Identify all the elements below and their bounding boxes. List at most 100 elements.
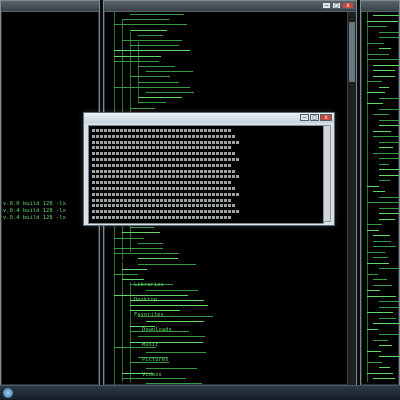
maximize-button[interactable]: □ xyxy=(310,114,319,121)
tree-label: Music xyxy=(142,342,159,348)
tree-entry xyxy=(130,76,170,78)
tree-entry xyxy=(379,345,393,346)
left-window-titlebar[interactable] xyxy=(1,1,99,12)
tree-entry xyxy=(146,352,206,353)
tree-label: Downloads xyxy=(142,327,172,333)
tree-entry xyxy=(367,273,378,275)
tree-entry xyxy=(373,70,396,71)
tree-entry xyxy=(367,224,382,225)
center-window-titlebar[interactable]: – □ x xyxy=(104,1,356,12)
tree-entry xyxy=(367,262,389,264)
tree-entry xyxy=(146,367,197,369)
tree-entry xyxy=(373,279,387,280)
tree-entry xyxy=(130,107,156,109)
tree-entry xyxy=(373,378,396,379)
tree-entry xyxy=(379,125,399,126)
tree-entry xyxy=(379,86,390,88)
console-output-line xyxy=(92,192,240,196)
tree-entry xyxy=(367,312,394,313)
tree-entry xyxy=(367,59,399,60)
tree-label: Favorites xyxy=(134,312,164,318)
tree-entry xyxy=(122,40,183,41)
tree-entry xyxy=(130,14,184,15)
tree-entry xyxy=(379,141,399,143)
tree-entry xyxy=(138,336,205,338)
tree-entry xyxy=(379,48,392,49)
popup-console-output xyxy=(88,125,324,224)
tree-entry xyxy=(379,268,399,269)
tree-entry xyxy=(379,301,399,302)
console-output-line xyxy=(92,204,236,208)
windows-orb-icon[interactable] xyxy=(3,388,13,398)
tree-entry xyxy=(373,240,391,242)
tree-entry xyxy=(367,290,380,291)
tree-entry xyxy=(138,66,175,67)
tree-entry xyxy=(373,152,399,154)
tree-entry xyxy=(114,86,190,88)
tree-entry xyxy=(122,268,147,270)
tree-entry xyxy=(379,213,399,214)
tree-entry xyxy=(367,372,394,374)
tree-entry xyxy=(379,306,399,308)
tree-entry xyxy=(130,227,154,229)
console-line: v.0.0 build 128 -lx xyxy=(3,201,66,207)
console-output-line xyxy=(92,163,232,167)
tree-entry xyxy=(122,378,187,379)
tree-entry xyxy=(373,257,388,258)
close-button[interactable]: x xyxy=(342,2,354,9)
center-scrollbar[interactable] xyxy=(347,12,356,385)
tree-entry xyxy=(367,350,381,352)
tree-entry xyxy=(367,202,399,203)
console-output-line xyxy=(92,169,236,173)
tree-entry xyxy=(367,81,382,82)
tree-entry xyxy=(373,75,396,77)
tree-entry xyxy=(114,248,163,249)
popup-console-window[interactable]: – □ x xyxy=(83,112,335,226)
console-line: v.0.4 build 128 -lx xyxy=(3,215,66,221)
tree-entry xyxy=(379,174,399,176)
tree-entry xyxy=(367,92,386,93)
tree-entry xyxy=(379,108,399,110)
tree-entry xyxy=(130,341,203,343)
tree-entry xyxy=(130,45,180,47)
minimize-button[interactable]: – xyxy=(300,114,309,121)
console-output-line xyxy=(92,134,236,138)
tree-entry xyxy=(122,232,160,234)
close-button[interactable]: x xyxy=(320,114,332,121)
tree-entry xyxy=(122,279,144,281)
tree-entry xyxy=(122,19,169,21)
console-output-line xyxy=(92,140,240,144)
tree-entry xyxy=(130,305,209,307)
console-output-line xyxy=(92,175,240,179)
tree-entry xyxy=(138,102,167,104)
tree-entry xyxy=(114,274,139,275)
minimize-button[interactable]: – xyxy=(322,2,331,9)
tree-entry xyxy=(379,317,397,319)
tree-entry xyxy=(367,229,379,231)
tree-entry xyxy=(138,242,164,244)
tree-entry xyxy=(367,103,383,104)
tree-entry xyxy=(373,130,392,132)
console-output-line xyxy=(92,187,236,190)
tree-entry xyxy=(373,246,396,247)
right-window-titlebar[interactable] xyxy=(361,1,399,12)
tree-entry xyxy=(146,71,193,73)
popup-scrollbar[interactable] xyxy=(323,125,331,222)
tree-entry xyxy=(114,50,191,52)
tree-entry xyxy=(379,356,399,357)
tree-entry xyxy=(146,289,198,291)
right-tree-content xyxy=(361,12,399,385)
tree-entry xyxy=(146,320,205,322)
tree-entry xyxy=(114,55,161,57)
right-tree-window[interactable] xyxy=(360,0,400,386)
tree-entry xyxy=(379,169,399,170)
scrollbar-thumb[interactable] xyxy=(349,22,355,82)
popup-titlebar[interactable]: – □ x xyxy=(84,113,334,123)
maximize-button[interactable]: □ xyxy=(332,2,341,9)
tree-entry xyxy=(379,97,399,99)
taskbar xyxy=(0,385,400,400)
tree-entry xyxy=(379,218,395,220)
tree-entry xyxy=(373,136,399,137)
tree-entry xyxy=(138,34,163,36)
tree-entry xyxy=(379,367,391,368)
